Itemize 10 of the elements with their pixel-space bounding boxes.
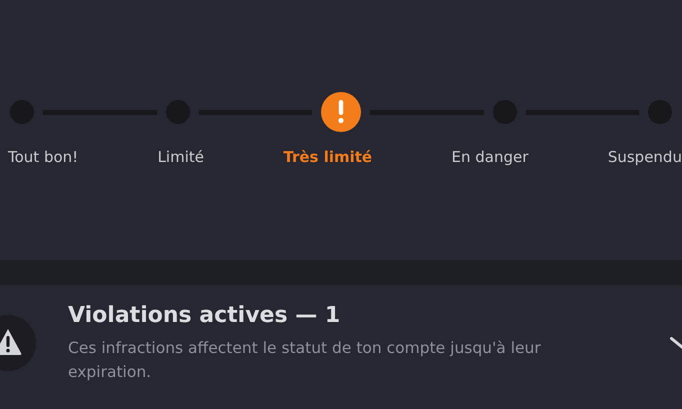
section-description: Ces infractions affectent le statut de ton compte jusqu'à leur expiration.: [68, 338, 542, 382]
exclamation-icon: [338, 100, 344, 124]
section-title: Violations actives — 1: [68, 302, 342, 328]
step-label: Très limité: [283, 148, 372, 166]
step-label: Limité: [158, 148, 204, 166]
violations-card[interactable]: Violations actives — 1 Ces infractions affectent le statut de ton compte jusqu'à leur expiration.: [0, 285, 682, 409]
step-label: Suspendu: [608, 148, 682, 166]
step-label: En danger: [452, 148, 528, 166]
chevron-icon: [670, 337, 682, 349]
step-label: Tout bon!: [8, 148, 78, 166]
